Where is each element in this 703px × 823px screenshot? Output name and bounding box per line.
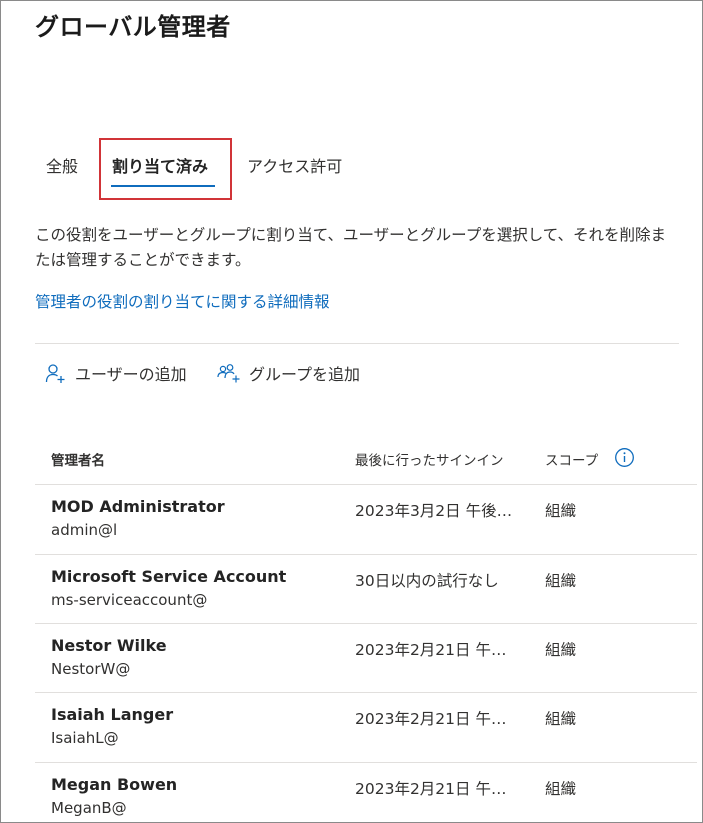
scope: 組織 (545, 641, 577, 659)
last-signin: 2023年2月21日 午… (355, 710, 507, 728)
tab-permissions[interactable]: アクセス許可 (247, 153, 342, 177)
last-signin: 2023年2月21日 午… (355, 780, 507, 798)
table-row[interactable]: Microsoft Service Account ms-serviceacco… (35, 555, 697, 624)
admin-name[interactable]: Megan Bowen (51, 775, 177, 794)
table-row[interactable]: Isaiah Langer IsaiahL@ 2023年2月21日 午… 組織 (35, 693, 697, 762)
admin-name[interactable]: Nestor Wilke (51, 636, 167, 655)
admin-name[interactable]: Isaiah Langer (51, 705, 173, 724)
add-group-button[interactable]: グループを追加 (217, 360, 360, 386)
role-description: この役割をユーザーとグループに割り当て、ユーザーとグループを選択して、それを削除… (35, 226, 667, 269)
last-signin: 2023年3月2日 午後… (355, 502, 513, 520)
add-group-label: グループを追加 (249, 365, 361, 384)
column-header-scope[interactable]: スコープ (545, 449, 598, 469)
learn-more-link[interactable]: 管理者の役割の割り当てに関する詳細情報 (35, 290, 330, 312)
info-icon[interactable] (614, 447, 635, 468)
admin-email: NestorW@ (51, 660, 131, 678)
page-title: グローバル管理者 (35, 13, 231, 41)
add-user-label: ユーザーの追加 (75, 365, 187, 384)
admin-email: admin@l (51, 521, 118, 539)
add-user-icon (45, 364, 65, 383)
table-row[interactable]: MOD Administrator admin@l 2023年3月2日 午後… … (35, 485, 697, 554)
admin-name[interactable]: Microsoft Service Account (51, 567, 286, 586)
last-signin: 30日以内の試行なし (355, 572, 499, 590)
scope: 組織 (545, 572, 577, 590)
admin-email: MeganB@ (51, 799, 127, 817)
scope: 組織 (545, 502, 577, 520)
admin-email: ms-serviceaccount@ (51, 591, 208, 609)
column-header-name[interactable]: 管理者名 (51, 449, 105, 469)
add-group-icon (217, 364, 240, 383)
divider (35, 343, 679, 344)
role-details-panel: グローバル管理者 全般 割り当て済み アクセス許可 この役割をユーザーとグループ… (0, 0, 703, 823)
highlight-box (99, 138, 232, 200)
admin-name[interactable]: MOD Administrator (51, 497, 225, 516)
scope: 組織 (545, 710, 577, 728)
table-row[interactable]: Nestor Wilke NestorW@ 2023年2月21日 午… 組織 (35, 624, 697, 693)
column-header-last-signin[interactable]: 最後に行ったサインイン (355, 449, 504, 469)
admin-email: IsaiahL@ (51, 729, 119, 747)
add-user-button[interactable]: ユーザーの追加 (45, 360, 187, 386)
scope: 組織 (545, 780, 577, 798)
tab-general[interactable]: 全般 (46, 153, 78, 177)
table-row[interactable]: Megan Bowen MeganB@ 2023年2月21日 午… 組織 (35, 763, 697, 822)
last-signin: 2023年2月21日 午… (355, 641, 507, 659)
